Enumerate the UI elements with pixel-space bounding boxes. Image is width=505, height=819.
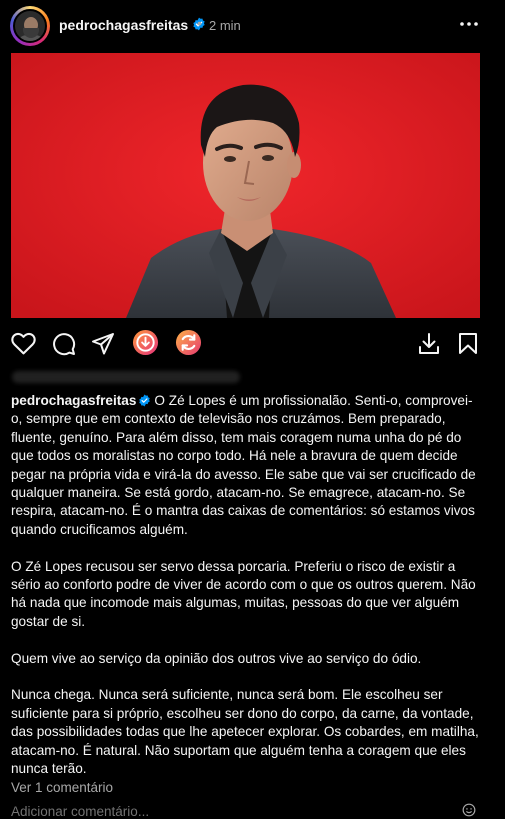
caption-paragraph-4: Nunca chega. Nunca será suficiente, nunc… (11, 687, 479, 777)
post-caption: pedrochagasfreitas O Zé Lopes é um profis… (11, 392, 481, 797)
caption-paragraph-3: Quem vive ao serviço da opinião dos outr… (11, 650, 422, 666)
post-actions (0, 324, 505, 364)
heart-icon[interactable] (11, 332, 36, 355)
post-image[interactable] (11, 53, 480, 318)
post-username[interactable]: pedrochagasfreitas (59, 17, 188, 33)
caption-username[interactable]: pedrochagasfreitas (11, 393, 136, 408)
more-options-icon[interactable] (458, 16, 480, 32)
separator-dot: • (197, 15, 202, 31)
bookmark-icon[interactable] (458, 332, 478, 355)
add-comment-input[interactable]: Adicionar comentário... (11, 804, 149, 819)
emoji-icon[interactable] (462, 803, 476, 817)
avatar[interactable] (10, 6, 50, 46)
verified-badge-icon (139, 394, 151, 407)
post-header: pedrochagasfreitas • 2 min (0, 0, 505, 52)
download-icon[interactable] (418, 332, 440, 355)
caption-paragraph-2: O Zé Lopes recusou ser servo dessa porca… (11, 558, 476, 629)
refresh-extension-icon[interactable] (175, 329, 202, 356)
caption-paragraph-1: pedrochagasfreitas O Zé Lopes é um profis… (11, 392, 481, 539)
likes-row-blurred (12, 371, 240, 383)
view-comments-link[interactable]: Ver 1 comentário (11, 780, 113, 795)
comment-icon[interactable] (52, 332, 76, 356)
post-time[interactable]: 2 min (209, 18, 241, 33)
download-extension-icon[interactable] (132, 329, 159, 356)
portrait-illustration (11, 53, 480, 318)
caption-text: O Zé Lopes é um profissionalão. Senti-o,… (11, 393, 476, 537)
share-icon[interactable] (91, 332, 115, 356)
